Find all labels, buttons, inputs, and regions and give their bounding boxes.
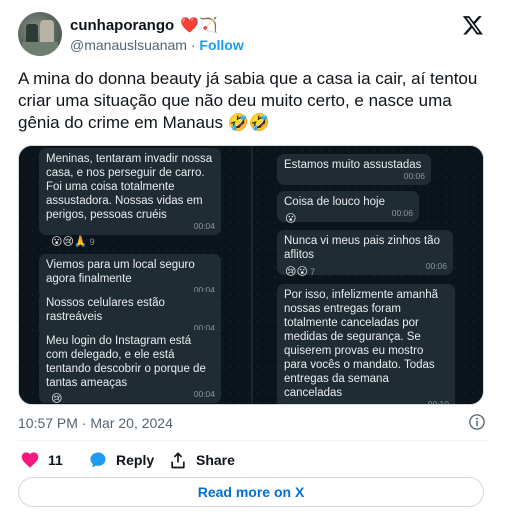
- divider: [18, 440, 488, 441]
- chat-message: Meninas, tentaram invadir nossa casa, e …: [39, 148, 221, 235]
- reaction-count: 7: [309, 267, 315, 277]
- message-text: Nunca vi meus pais zinhos tão aflitos: [284, 235, 440, 261]
- reaction-emojis: 😮😢🙏: [51, 236, 88, 248]
- message-text: Viemos para um local seguro agora finalm…: [46, 259, 195, 285]
- like-button[interactable]: 11: [20, 449, 63, 471]
- name-emojis: ❤️🏹: [180, 17, 218, 34]
- message-text: Por isso, infelizmente amanhã nossas ent…: [284, 289, 439, 399]
- chat-screenshot-left: Meninas, tentaram invadir nossa casa, e …: [19, 146, 251, 405]
- reply-button[interactable]: Reply: [88, 449, 154, 471]
- user-handle[interactable]: @manauslsuanam: [70, 37, 187, 53]
- share-icon: [171, 452, 185, 469]
- display-name-text[interactable]: cunhaporango: [70, 17, 174, 34]
- message-text: Meu login do Instagram está com delegado…: [46, 335, 206, 389]
- tweet-card: cunhaporango ❤️🏹 @manauslsuanam · Follow…: [0, 0, 506, 512]
- tweet-text: A mina do donna beauty já sabia que a ca…: [18, 69, 478, 132]
- reply-icon: [90, 452, 106, 468]
- message-reactions: 😢: [51, 392, 64, 405]
- share-label: Share: [196, 452, 235, 468]
- message-time: 00:06: [391, 208, 413, 218]
- share-button[interactable]: Share: [168, 449, 235, 471]
- reaction-count: 9: [89, 237, 95, 247]
- x-logo-icon[interactable]: [462, 14, 484, 36]
- info-icon[interactable]: [468, 413, 486, 431]
- message-reactions: 😮: [285, 212, 298, 226]
- chat-screenshot-right: Estamos muito assustadas 00:06 Coisa de …: [253, 146, 483, 405]
- tweet-header: cunhaporango ❤️🏹 @manauslsuanam · Follow: [18, 12, 488, 58]
- reaction-emojis: 😮: [285, 213, 297, 225]
- like-count: 11: [48, 452, 63, 468]
- display-name[interactable]: cunhaporango ❤️🏹: [70, 16, 218, 34]
- message-reactions: 😮😢🙏 9: [51, 235, 95, 249]
- message-reactions: 😢😮 7: [285, 265, 315, 279]
- heart-icon: [21, 452, 39, 468]
- reaction-emojis: 😢😮: [285, 266, 308, 278]
- message-time: 00:10: [427, 399, 449, 405]
- tweet-timestamp[interactable]: 10:57 PM · Mar 20, 2024: [18, 415, 173, 431]
- chat-message: Por isso, infelizmente amanhã nossas ent…: [277, 284, 455, 405]
- message-time: 00:06: [425, 261, 447, 271]
- reply-label: Reply: [116, 452, 155, 468]
- chat-message: Meu login do Instagram está com delegado…: [39, 330, 221, 403]
- message-text: Nossos celulares estão rastreáveis: [46, 297, 165, 323]
- message-time: 00:04: [193, 221, 215, 231]
- tweet-actions: 11 Reply Share: [18, 449, 488, 471]
- avatar[interactable]: [18, 12, 62, 56]
- read-more-button[interactable]: Read more on X: [18, 477, 484, 507]
- message-time: 00:04: [193, 389, 215, 399]
- message-time: 00:06: [403, 171, 425, 181]
- tweet-media[interactable]: Meninas, tentaram invadir nossa casa, e …: [18, 145, 484, 405]
- reaction-emojis: 😢: [51, 393, 63, 405]
- chat-message: Estamos muito assustadas 00:06: [277, 154, 431, 185]
- handle-line: @manauslsuanam · Follow: [70, 37, 244, 53]
- message-text: Meninas, tentaram invadir nossa casa, e …: [46, 153, 213, 221]
- follow-button[interactable]: Follow: [199, 37, 243, 53]
